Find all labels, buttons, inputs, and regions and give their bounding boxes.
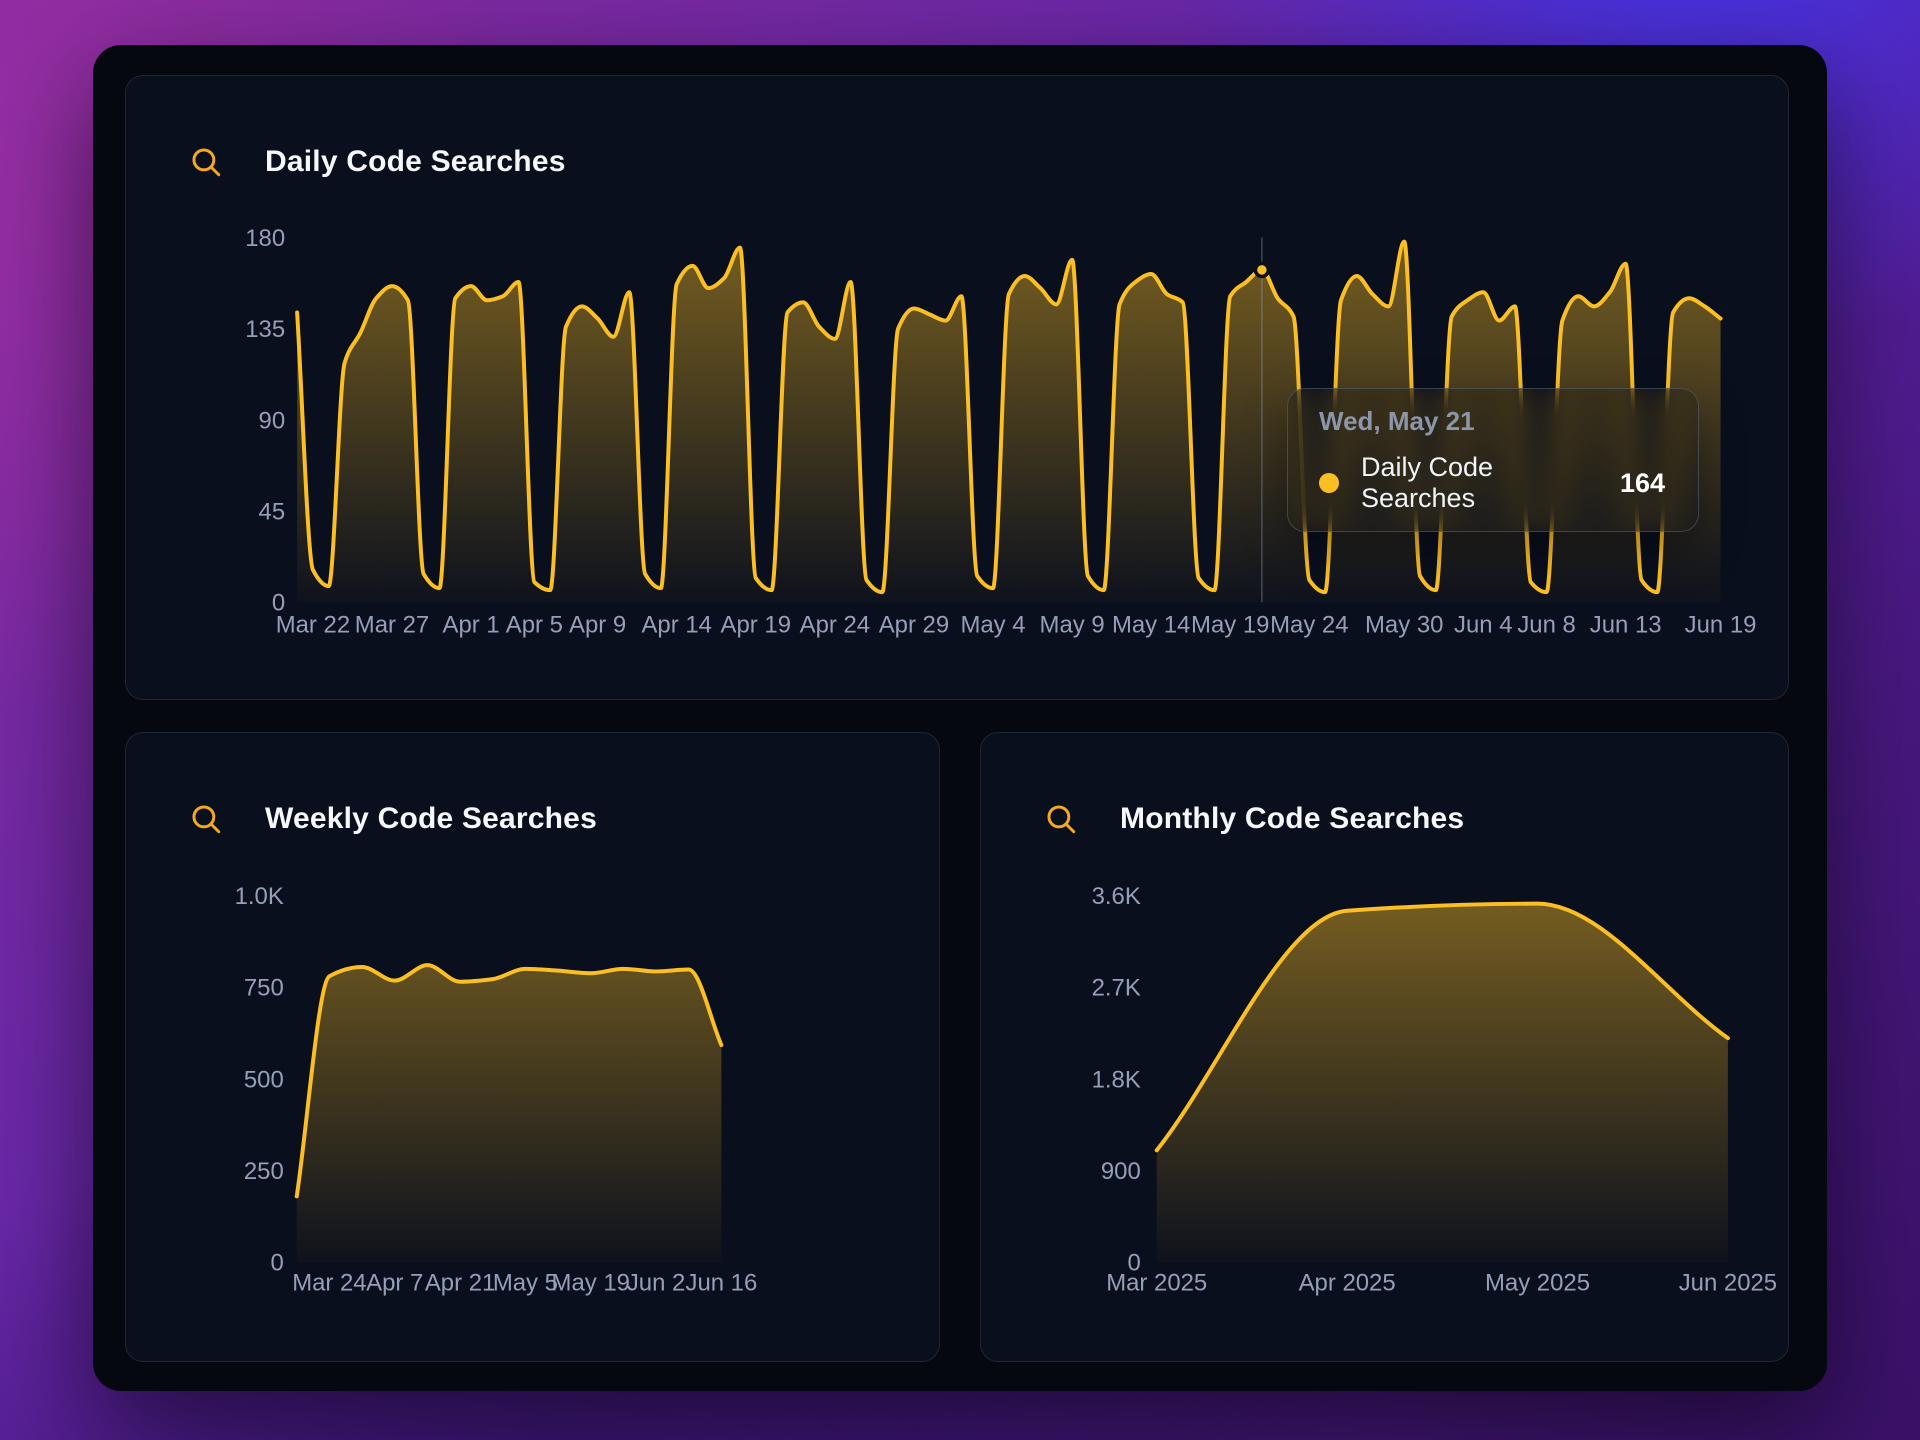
x-tick-label: Mar 2025 (1106, 1270, 1207, 1297)
y-tick-label: 500 (244, 1066, 284, 1093)
y-tick-label: 750 (244, 975, 284, 1002)
dashboard-panel: Daily Code Searches 04590135180Mar 22Mar… (93, 45, 1827, 1391)
x-tick-label: Apr 19 (721, 612, 791, 639)
search-icon (189, 802, 223, 836)
y-tick-label: 45 (259, 498, 286, 525)
card-header: Weekly Code Searches (189, 799, 597, 839)
x-tick-label: Apr 2025 (1299, 1270, 1396, 1297)
card-title: Daily Code Searches (265, 145, 566, 179)
y-tick-label: 250 (244, 1158, 284, 1185)
x-tick-label: May 30 (1365, 612, 1443, 639)
x-tick-label: Jun 4 (1454, 612, 1512, 639)
card-header: Monthly Code Searches (1044, 799, 1464, 839)
x-tick-label: Apr 21 (425, 1270, 495, 1297)
chart-tooltip: Wed, May 21 Daily Code Searches 164 (1287, 388, 1699, 532)
area-fill (297, 965, 722, 1262)
x-tick-label: Mar 22 (276, 612, 350, 639)
tooltip-value: 164 (1620, 468, 1665, 499)
x-tick-label: Mar 27 (355, 612, 429, 639)
y-tick-label: 0 (270, 1250, 283, 1277)
tooltip-date: Wed, May 21 (1319, 406, 1665, 437)
tooltip-series-label: Daily Code Searches (1361, 452, 1598, 514)
card-title: Monthly Code Searches (1120, 802, 1464, 836)
x-tick-label: Jun 2025 (1679, 1270, 1777, 1297)
monthly-searches-card: Monthly Code Searches 09001.8K2.7K3.6KMa… (980, 732, 1789, 1362)
x-tick-label: Apr 14 (641, 612, 711, 639)
daily-searches-card: Daily Code Searches 04590135180Mar 22Mar… (125, 75, 1789, 700)
x-tick-label: Apr 9 (569, 612, 626, 639)
x-tick-label: May 14 (1112, 612, 1190, 639)
active-point-dot (1255, 263, 1268, 276)
x-tick-label: Jun 2 (627, 1270, 685, 1297)
x-tick-label: Apr 1 (443, 612, 500, 639)
tooltip-series-row: Daily Code Searches 164 (1319, 452, 1665, 514)
y-tick-label: 2.7K (1092, 975, 1141, 1002)
x-tick-label: Jun 19 (1685, 612, 1757, 639)
search-icon (189, 145, 223, 179)
x-tick-label: Apr 7 (366, 1270, 423, 1297)
x-tick-label: May 19 (552, 1270, 630, 1297)
weekly-searches-card: Weekly Code Searches 0 250 500 750 1.0K Mar 2… (125, 732, 940, 1362)
x-tick-label: Mar 24 (292, 1270, 366, 1297)
area-fill (1157, 904, 1728, 1263)
x-tick-label: Jun 8 (1517, 612, 1575, 639)
x-tick-label: Apr 24 (800, 612, 870, 639)
x-tick-label: Jun 13 (1590, 612, 1662, 639)
y-tick-label: 1.0K (235, 883, 284, 910)
y-tick-label: 3.6K (1092, 883, 1141, 910)
x-tick-label: May 19 (1191, 612, 1269, 639)
x-tick-label: Apr 5 (506, 612, 563, 639)
search-icon (1044, 802, 1078, 836)
x-tick-label: Jun 16 (686, 1270, 758, 1297)
x-tick-label: May 9 (1040, 612, 1105, 639)
x-tick-label: May 2025 (1485, 1270, 1590, 1297)
y-tick-label: 900 (1101, 1158, 1141, 1185)
y-tick-label: 180 (245, 225, 285, 252)
x-tick-label: Apr 29 (879, 612, 949, 639)
y-tick-label: 135 (245, 316, 285, 343)
card-header: Daily Code Searches (189, 142, 566, 182)
card-title: Weekly Code Searches (265, 802, 597, 836)
x-tick-label: May 5 (493, 1270, 558, 1297)
x-tick-label: May 24 (1270, 612, 1348, 639)
y-tick-label: 1.8K (1092, 1066, 1141, 1093)
x-tick-label: May 4 (960, 612, 1025, 639)
series-dot-icon (1319, 473, 1339, 493)
y-tick-label: 90 (259, 407, 286, 434)
